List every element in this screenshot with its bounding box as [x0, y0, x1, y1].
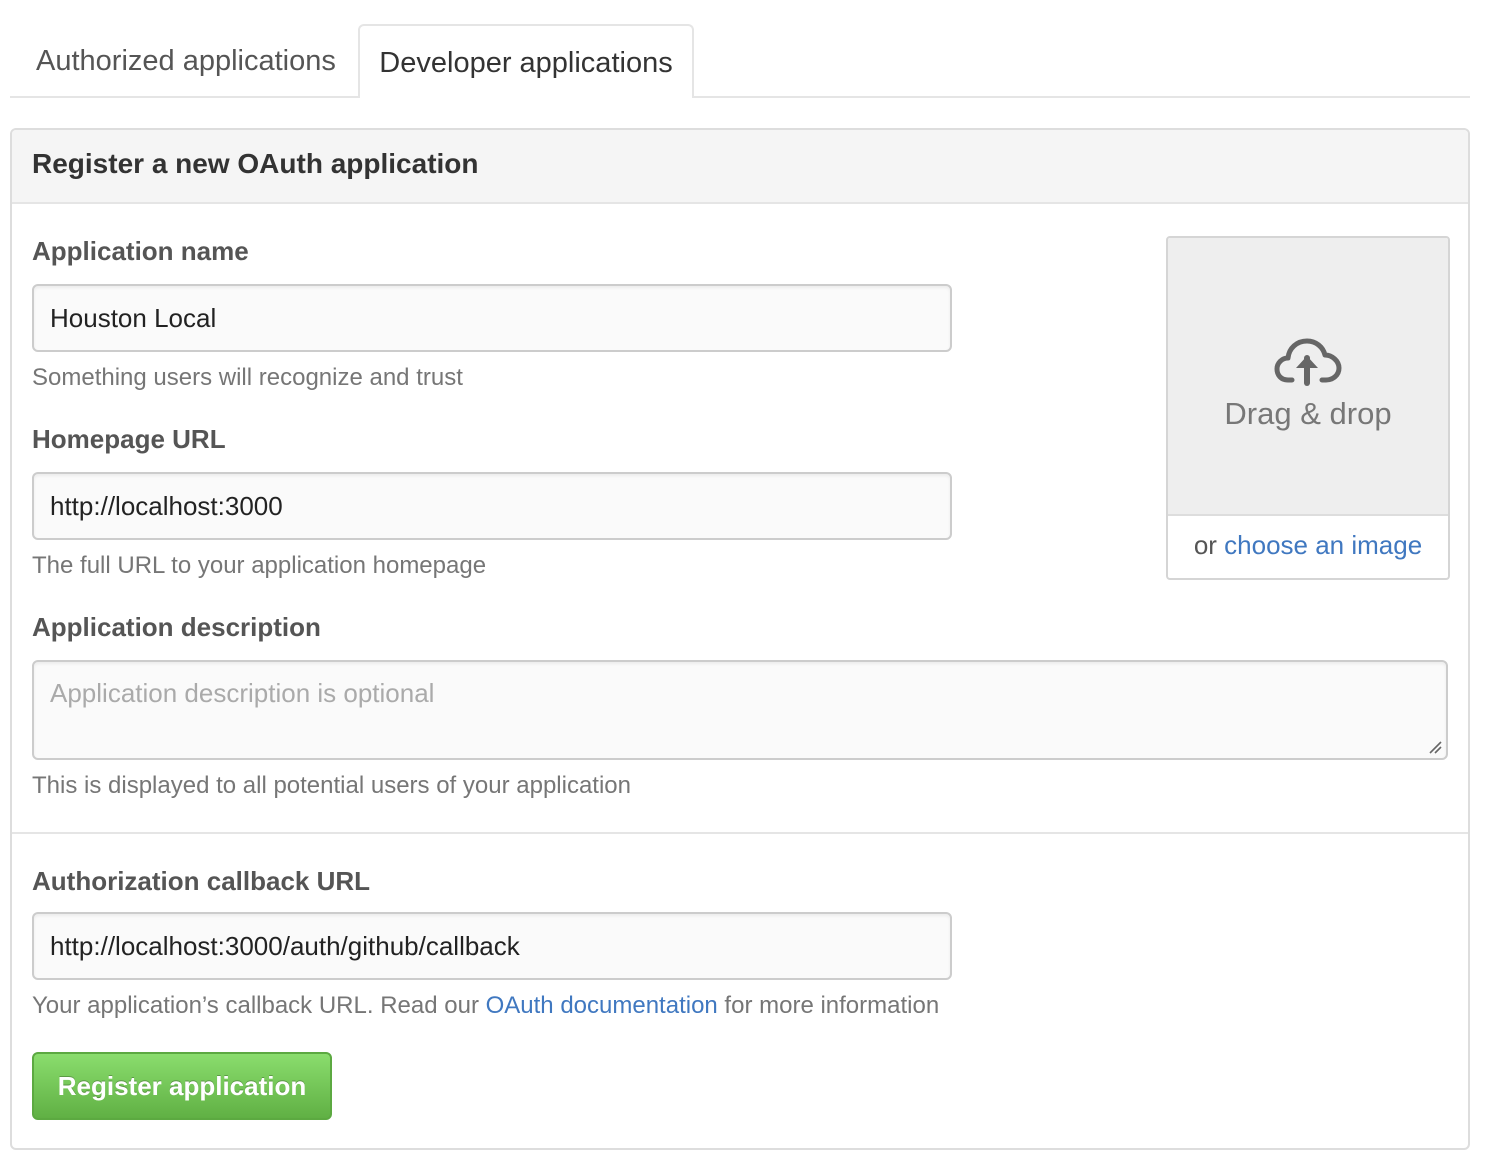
- callback-hint-prefix: Your application’s callback URL. Read ou…: [32, 992, 486, 1019]
- app-name-label: Application name: [32, 236, 249, 266]
- choose-image-link[interactable]: choose an image: [1224, 530, 1422, 560]
- resize-grip-icon[interactable]: [1428, 740, 1442, 754]
- description-placeholder: Application description is optional: [50, 678, 435, 708]
- description-textarea[interactable]: Application description is optional: [32, 660, 1448, 760]
- cloud-upload-icon: [1274, 338, 1342, 386]
- register-application-button[interactable]: Register application: [32, 1052, 332, 1120]
- app-name-hint: Something users will recognize and trust: [32, 364, 463, 391]
- callback-hint-suffix: for more information: [717, 992, 940, 1019]
- description-hint: This is displayed to all potential users…: [32, 772, 631, 799]
- register-oauth-panel: Register a new OAuth application Applica…: [10, 128, 1470, 1150]
- callback-url-hint: Your application’s callback URL. Read ou…: [32, 992, 939, 1020]
- tab-authorized-applications[interactable]: Authorized applications: [10, 24, 362, 98]
- homepage-url-hint: The full URL to your application homepag…: [32, 552, 487, 579]
- image-upload-box: Drag & drop or choose an image: [1166, 236, 1450, 580]
- description-label: Application description: [32, 612, 321, 642]
- choose-prefix: or: [1193, 530, 1225, 560]
- callback-url-input[interactable]: http://localhost:3000/auth/github/callba…: [32, 912, 952, 980]
- homepage-url-input[interactable]: http://localhost:3000: [32, 472, 952, 540]
- callback-url-label: Authorization callback URL: [32, 866, 371, 896]
- homepage-url-label: Homepage URL: [32, 424, 226, 454]
- app-name-input[interactable]: Houston Local: [32, 284, 952, 352]
- panel-header: Register a new OAuth application: [12, 130, 1468, 204]
- tab-developer-applications[interactable]: Developer applications: [358, 24, 694, 98]
- oauth-documentation-link[interactable]: OAuth documentation: [486, 992, 718, 1019]
- drag-drop-area[interactable]: Drag & drop: [1168, 238, 1448, 516]
- panel-title: Register a new OAuth application: [32, 148, 479, 179]
- section-divider: [12, 832, 1468, 834]
- drag-drop-label: Drag & drop: [1224, 396, 1392, 431]
- choose-image-row: or choose an image: [1168, 530, 1448, 561]
